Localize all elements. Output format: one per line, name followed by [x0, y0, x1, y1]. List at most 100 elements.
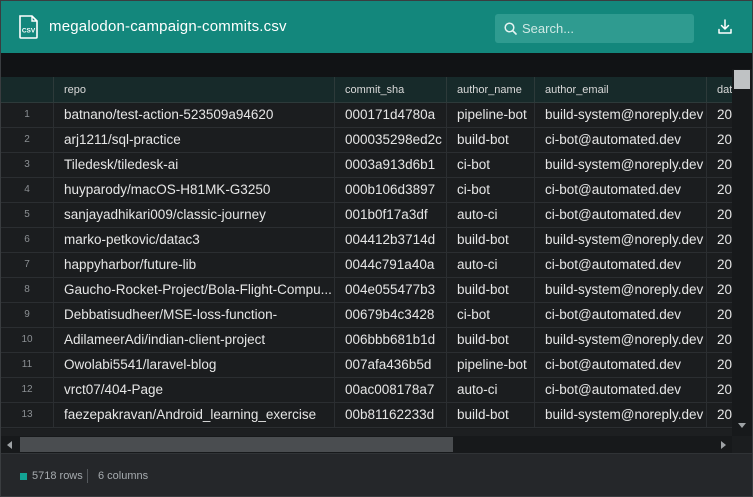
- table-row[interactable]: 13 faezepakravan/Android_learning_exercis…: [1, 403, 732, 428]
- csv-file-icon: CSV: [19, 15, 38, 39]
- cell-author-email: ci-bot@automated.dev: [535, 128, 707, 152]
- cell-repo: batnano/test-action-523509a94620: [54, 103, 335, 127]
- cell-author-name: auto-ci: [447, 378, 535, 402]
- row-index: 2: [1, 128, 54, 152]
- cell-commit-sha: 000b106d3897: [335, 178, 447, 202]
- cell-date: 20: [717, 232, 732, 247]
- scroll-down-arrow-icon[interactable]: [738, 423, 746, 428]
- horizontal-scrollbar[interactable]: [1, 436, 732, 453]
- row-index: 8: [1, 278, 54, 302]
- row-index: 5: [1, 203, 54, 227]
- cell-author-name: pipeline-bot: [447, 353, 535, 377]
- cell-repo: arj1211/sql-practice: [54, 128, 335, 152]
- table-row[interactable]: 1 batnano/test-action-523509a94620 000171d…: [1, 103, 732, 128]
- cell-date: 20: [717, 282, 732, 297]
- toolbar-gap: [1, 53, 752, 77]
- header-bar: CSV megalodon-campaign-commits.csv: [1, 1, 752, 53]
- search-box[interactable]: [495, 14, 694, 43]
- row-index: 1: [1, 103, 54, 127]
- cell-repo: huyparody/macOS-H81MK-G3250: [54, 178, 335, 202]
- scrollbar-corner: [732, 436, 752, 453]
- status-divider: [87, 469, 88, 483]
- table-row[interactable]: 3 Tiledesk/tiledesk-ai 0003a913d6b1 ci-bot b…: [1, 153, 732, 178]
- scroll-left-arrow-icon[interactable]: [7, 441, 12, 449]
- cell-date: 20: [717, 107, 732, 122]
- row-index: 9: [1, 303, 54, 327]
- table-row[interactable]: 9 Debbatisudheer/MSE-loss-function- 00679b…: [1, 303, 732, 328]
- scroll-right-arrow-icon[interactable]: [721, 441, 726, 449]
- cell-date: 20: [717, 407, 732, 422]
- row-index: 10: [1, 328, 54, 352]
- cell-commit-sha: 000035298ed2c: [335, 128, 447, 152]
- cell-author-name: build-bot: [447, 403, 535, 427]
- cell-author-name: ci-bot: [447, 153, 535, 177]
- cell-date: 20: [717, 157, 732, 172]
- column-header-date[interactable]: dat: [707, 77, 732, 102]
- cell-commit-sha: 000171d4780a: [335, 103, 447, 127]
- row-index: 11: [1, 353, 54, 377]
- column-header-commit-sha[interactable]: commit_sha: [335, 77, 447, 102]
- row-index: 4: [1, 178, 54, 202]
- table-row[interactable]: 12 vrct07/404-Page 00ac008178a7 auto-ci ci-b…: [1, 378, 732, 403]
- table-row[interactable]: 8 Gaucho-Rocket-Project/Bola-Flight-Compu…: [1, 278, 732, 303]
- download-icon[interactable]: [717, 19, 733, 35]
- cell-repo: AdilameerAdi/indian-client-project: [54, 328, 335, 352]
- cell-commit-sha: 0044c791a40a: [335, 253, 447, 277]
- cell-repo: Debbatisudheer/MSE-loss-function-: [54, 303, 335, 327]
- search-icon: [504, 22, 517, 35]
- search-input[interactable]: [522, 14, 687, 43]
- cell-author-email: build-system@noreply.dev: [535, 403, 707, 427]
- cell-author-email: build-system@noreply.dev: [535, 103, 707, 127]
- cell-commit-sha: 00ac008178a7: [335, 378, 447, 402]
- horizontal-scroll-thumb[interactable]: [20, 437, 453, 452]
- vertical-scrollbar[interactable]: [732, 69, 752, 437]
- cell-author-name: build-bot: [447, 228, 535, 252]
- row-index: 6: [1, 228, 54, 252]
- cell-repo: Gaucho-Rocket-Project/Bola-Flight-Compu.…: [54, 278, 335, 302]
- cell-author-name: ci-bot: [447, 303, 535, 327]
- table-row[interactable]: 5 sanjayadhikari009/classic-journey 001b0f…: [1, 203, 732, 228]
- csv-viewer-window: CSV megalodon-campaign-commits.csv repo …: [0, 0, 753, 497]
- cell-repo: marko-petkovic/datac3: [54, 228, 335, 252]
- file-title: megalodon-campaign-commits.csv: [49, 18, 287, 35]
- cell-author-email: build-system@noreply.dev: [535, 328, 707, 352]
- cell-date: 20: [717, 207, 732, 222]
- column-count: 6 columns: [98, 470, 149, 482]
- header-row: repo commit_sha author_name author_email…: [1, 77, 732, 103]
- table-row[interactable]: 11 Owolabi5541/laravel-blog 007afa436b5d pi…: [1, 353, 732, 378]
- vertical-scroll-thumb[interactable]: [734, 70, 750, 89]
- status-dot-icon: [20, 473, 27, 480]
- row-index: 3: [1, 153, 54, 177]
- row-index: 12: [1, 378, 54, 402]
- table-row[interactable]: 2 arj1211/sql-practice 000035298ed2c build-…: [1, 128, 732, 153]
- column-header-author-email[interactable]: author_email: [535, 77, 707, 102]
- cell-commit-sha: 001b0f17a3df: [335, 203, 447, 227]
- cell-author-name: auto-ci: [447, 253, 535, 277]
- cell-repo: vrct07/404-Page: [54, 378, 335, 402]
- row-index: 13: [1, 403, 54, 427]
- cell-author-email: ci-bot@automated.dev: [535, 303, 707, 327]
- cell-date: 20: [717, 382, 732, 397]
- cell-author-email: build-system@noreply.dev: [535, 278, 707, 302]
- cell-date: 20: [717, 332, 732, 347]
- cell-date: 20: [717, 132, 732, 147]
- csv-icon-label: CSV: [22, 28, 36, 35]
- cell-author-email: ci-bot@automated.dev: [535, 178, 707, 202]
- index-header: [1, 77, 54, 102]
- column-header-repo[interactable]: repo: [54, 77, 335, 102]
- table-row[interactable]: 10 AdilameerAdi/indian-client-project 006b…: [1, 328, 732, 353]
- table-row[interactable]: 4 huyparody/macOS-H81MK-G3250 000b106d3897…: [1, 178, 732, 203]
- cell-commit-sha: 00679b4c3428: [335, 303, 447, 327]
- cell-author-name: auto-ci: [447, 203, 535, 227]
- cell-commit-sha: 0003a913d6b1: [335, 153, 447, 177]
- row-count: 5718 rows: [32, 470, 83, 482]
- table-row[interactable]: 6 marko-petkovic/datac3 004412b3714d build-…: [1, 228, 732, 253]
- cell-repo: happyharbor/future-lib: [54, 253, 335, 277]
- table-row[interactable]: 7 happyharbor/future-lib 0044c791a40a auto-…: [1, 253, 732, 278]
- column-header-author-name[interactable]: author_name: [447, 77, 535, 102]
- row-index: 7: [1, 253, 54, 277]
- cell-author-name: build-bot: [447, 278, 535, 302]
- cell-repo: faezepakravan/Android_learning_exercise: [54, 403, 335, 427]
- cell-repo: sanjayadhikari009/classic-journey: [54, 203, 335, 227]
- cell-author-name: pipeline-bot: [447, 103, 535, 127]
